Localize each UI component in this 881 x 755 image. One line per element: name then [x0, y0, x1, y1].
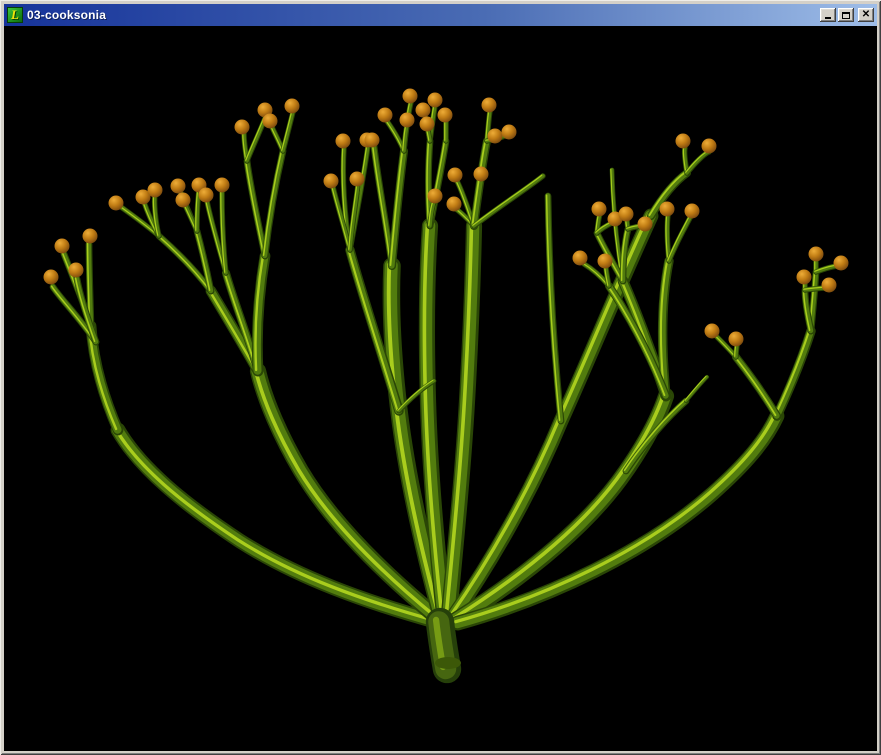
sporangium [403, 89, 418, 104]
sporangium [416, 103, 431, 118]
app-window: L 03-cooksonia ✕ [0, 0, 881, 755]
sporangium [573, 251, 588, 266]
sporangium [109, 196, 124, 211]
sporangium [834, 256, 849, 271]
sporangium [598, 254, 613, 269]
sporangium [488, 129, 503, 144]
viewport [4, 26, 877, 751]
sporangium [420, 117, 435, 132]
sporangium [482, 98, 497, 113]
sporangium [171, 179, 186, 194]
sporangium [428, 93, 443, 108]
maximize-icon [842, 12, 850, 19]
window-title: 03-cooksonia [27, 8, 106, 22]
sporangium [822, 278, 837, 293]
sporangium [438, 108, 453, 123]
sporangium [660, 202, 675, 217]
sporangium [176, 193, 191, 208]
sporangium [336, 134, 351, 149]
sporangium [69, 263, 84, 278]
sporangium [285, 99, 300, 114]
app-icon[interactable]: L [7, 7, 23, 23]
sporangium [378, 108, 393, 123]
sporangium [428, 189, 443, 204]
sporangium [685, 204, 700, 219]
minimize-icon [825, 17, 831, 19]
sporangium [729, 332, 744, 347]
sporangium [474, 167, 489, 182]
sporangium [324, 174, 339, 189]
sporangium [809, 247, 824, 262]
maximize-button[interactable] [838, 8, 854, 22]
sporangium [44, 270, 59, 285]
sporangium [502, 125, 517, 140]
sporangium [447, 197, 462, 212]
sporangium [592, 202, 607, 217]
sporangium [215, 178, 230, 193]
sporangium [638, 217, 653, 232]
sporangium [55, 239, 70, 254]
close-icon: ✕ [862, 10, 870, 20]
close-button[interactable]: ✕ [858, 8, 874, 22]
title-bar[interactable]: L 03-cooksonia ✕ [4, 4, 877, 26]
sporangium [350, 172, 365, 187]
sporangium [365, 133, 380, 148]
sporangium [199, 188, 214, 203]
sporangium [83, 229, 98, 244]
sporangium [235, 120, 250, 135]
sporangium [797, 270, 812, 285]
minimize-button[interactable] [820, 8, 836, 22]
sporangium [705, 324, 720, 339]
sporangium [400, 113, 415, 128]
plant-canvas[interactable] [4, 26, 877, 751]
sporangium [148, 183, 163, 198]
sporangium [263, 114, 278, 129]
sporangium [448, 168, 463, 183]
sporangium [676, 134, 691, 149]
sporangium [702, 139, 717, 154]
sporangium [619, 207, 634, 222]
window-controls: ✕ [820, 8, 874, 22]
